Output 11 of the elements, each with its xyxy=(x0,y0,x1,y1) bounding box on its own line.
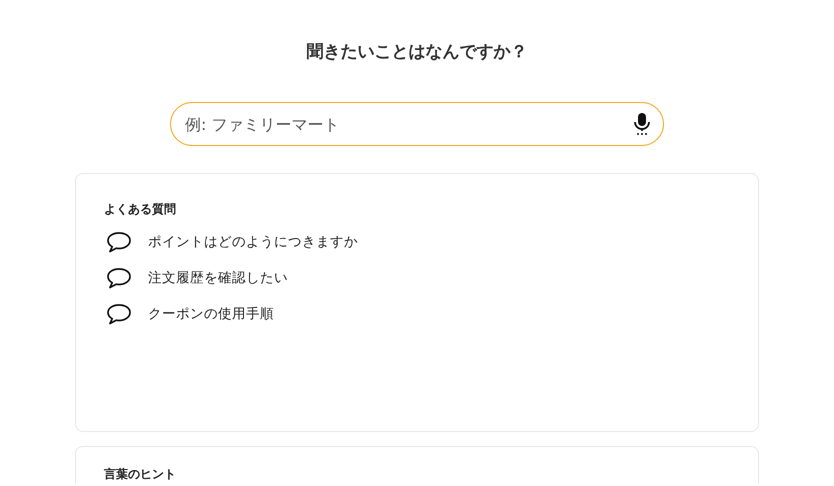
section-heading: 言葉のヒント xyxy=(104,466,176,482)
faq-link[interactable]: 注文履歴を確認したい xyxy=(148,268,288,288)
faq-link[interactable]: クーポンの使用手順 xyxy=(148,304,274,324)
page-title: 聞きたいことはなんですか？ xyxy=(306,41,528,64)
search-field[interactable]: 例: ファミリーマート xyxy=(170,102,664,146)
faq-link[interactable]: ポイントはどのようにつきますか xyxy=(148,232,358,252)
speech-bubble-icon xyxy=(106,303,132,325)
microphone-icon[interactable] xyxy=(633,112,651,136)
speech-bubble-icon xyxy=(106,267,132,289)
section-heading: よくある質問 xyxy=(104,201,176,217)
speech-bubble-icon xyxy=(106,231,132,253)
